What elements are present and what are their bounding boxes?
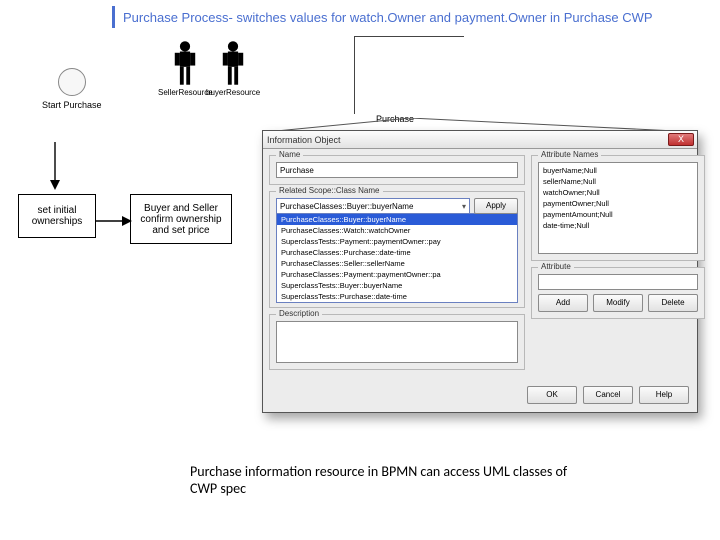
start-label: Start Purchase: [42, 100, 102, 110]
group-label: Description: [276, 309, 322, 318]
apply-button[interactable]: Apply: [474, 198, 518, 214]
list-item[interactable]: watchOwner;Null: [541, 187, 695, 198]
attribute-group: Attribute Add Modify Delete: [531, 267, 705, 319]
dropdown-option[interactable]: PurchaseClasses::Payment::paymentOwner::…: [277, 269, 517, 280]
modify-button[interactable]: Modify: [593, 294, 643, 312]
attribute-listbox[interactable]: buyerName;Null sellerName;Null watchOwne…: [538, 162, 698, 254]
group-label: Attribute Names: [538, 150, 601, 159]
start-event: Start Purchase: [42, 68, 102, 110]
close-button[interactable]: X: [668, 133, 694, 146]
scope-group: Related Scope::Class Name PurchaseClasse…: [269, 191, 525, 308]
group-label: Attribute: [538, 262, 574, 271]
description-textarea[interactable]: [276, 321, 518, 363]
actor-seller: SellerResource: [158, 40, 213, 97]
dropdown-option[interactable]: SuperclassTests::Purchase::date-time: [277, 291, 517, 302]
ok-button[interactable]: OK: [527, 386, 577, 404]
dialog-footer: OK Cancel Help: [263, 382, 697, 412]
dialog-title: Information Object: [267, 135, 341, 145]
dialog-titlebar[interactable]: Information Object X: [263, 131, 697, 149]
list-item[interactable]: paymentAmount;Null: [541, 209, 695, 220]
task-text: set initial ownerships: [25, 205, 89, 227]
task-confirm: Buyer and Seller confirm ownership and s…: [130, 194, 232, 244]
help-button[interactable]: Help: [639, 386, 689, 404]
name-input[interactable]: Purchase: [276, 162, 518, 178]
dropdown-option[interactable]: PurchaseClasses::Purchase::date-time: [277, 247, 517, 258]
delete-button[interactable]: Delete: [648, 294, 698, 312]
actor-label: SellerResource: [158, 88, 213, 97]
attribute-names-group: Attribute Names buyerName;Null sellerNam…: [531, 155, 705, 261]
pool-border: [354, 36, 464, 114]
task-text: Buyer and Seller confirm ownership and s…: [137, 203, 225, 236]
combo-value: PurchaseClasses::Buyer::buyerName: [280, 202, 413, 211]
slide-title: Purchase Process- switches values for wa…: [112, 6, 714, 28]
dropdown-option[interactable]: SuperclassTests::Buyer::buyerName: [277, 280, 517, 291]
actor-label: buyerResource: [206, 88, 260, 97]
dropdown-option[interactable]: PurchaseClasses::Watch::watchOwner: [277, 225, 517, 236]
list-item[interactable]: buyerName;Null: [541, 165, 695, 176]
list-item[interactable]: date-time;Null: [541, 220, 695, 231]
start-circle-icon: [58, 68, 86, 96]
dropdown-option[interactable]: PurchaseClasses::Buyer::buyerName: [277, 214, 517, 225]
add-button[interactable]: Add: [538, 294, 588, 312]
information-object-dialog: Information Object X Name Purchase Relat…: [262, 130, 698, 413]
scope-dropdown-list[interactable]: PurchaseClasses::Buyer::buyerName Purcha…: [276, 213, 518, 303]
cancel-button[interactable]: Cancel: [583, 386, 633, 404]
dropdown-option[interactable]: PurchaseClasses::Seller::sellerName: [277, 258, 517, 269]
dropdown-option[interactable]: SuperclassTests::Payment::paymentOwner::…: [277, 236, 517, 247]
list-item[interactable]: sellerName;Null: [541, 176, 695, 187]
description-group: Description: [269, 314, 525, 370]
task-set-initial: set initial ownerships: [18, 194, 96, 238]
sequence-flow-down: [54, 142, 56, 182]
slide-caption: Purchase information resource in BPMN ca…: [190, 464, 570, 498]
actor-buyer: buyerResource: [206, 40, 260, 97]
sequence-flow-right: [96, 214, 132, 232]
scope-combobox[interactable]: PurchaseClasses::Buyer::buyerName: [276, 198, 470, 214]
list-item[interactable]: paymentOwner;Null: [541, 198, 695, 209]
name-group: Name Purchase: [269, 155, 525, 185]
group-label: Related Scope::Class Name: [276, 186, 383, 195]
attribute-input[interactable]: [538, 274, 698, 290]
group-label: Name: [276, 150, 303, 159]
